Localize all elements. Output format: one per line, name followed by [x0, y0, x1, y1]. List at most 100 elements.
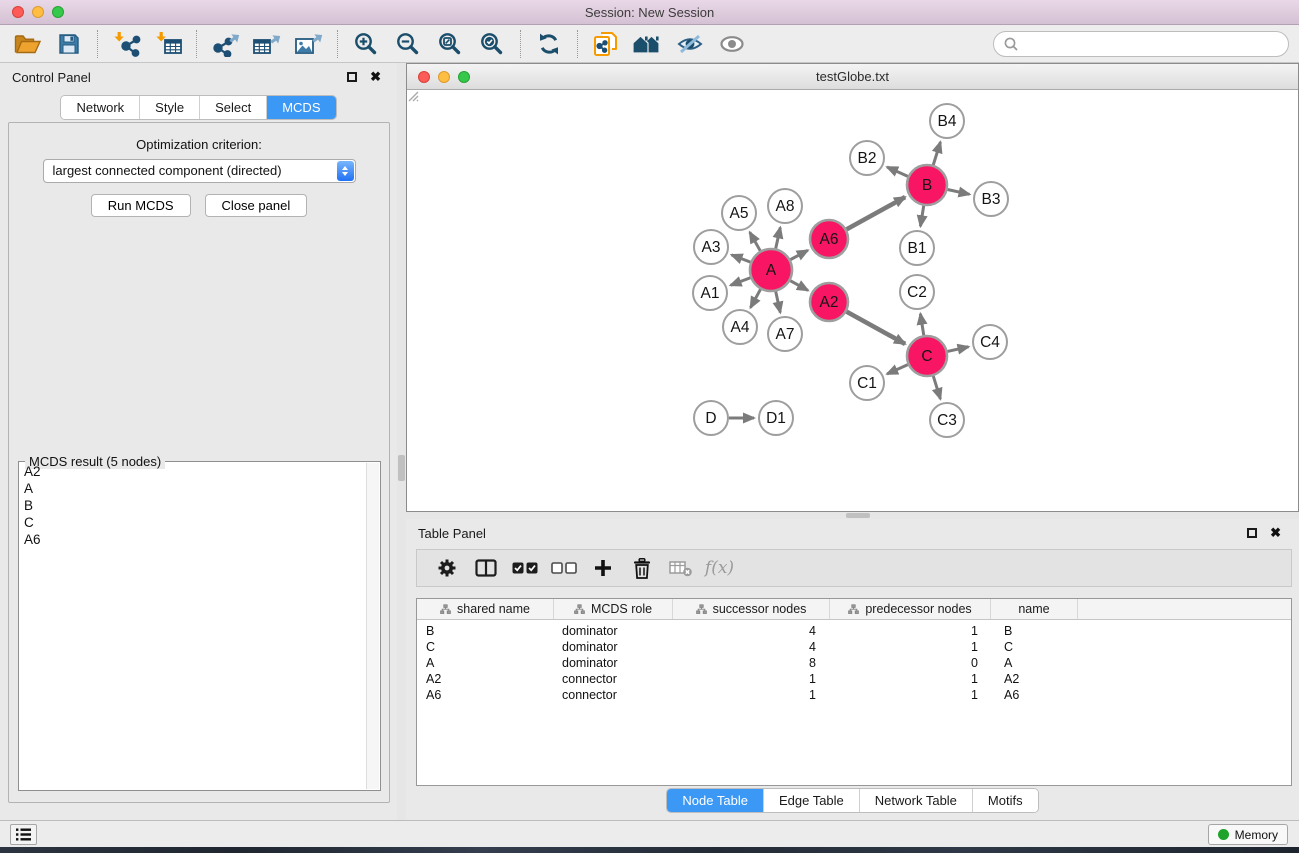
graph-edge-C-C1[interactable]	[887, 365, 908, 374]
close-table-panel-icon[interactable]: ✖	[1270, 528, 1281, 538]
result-scrollbar[interactable]	[366, 463, 379, 789]
graph-node-B[interactable]: B	[907, 165, 947, 205]
zoom-window-button[interactable]	[52, 6, 64, 18]
graph-edge-C-C3[interactable]	[933, 376, 940, 399]
vertical-splitter-handle[interactable]	[398, 455, 405, 481]
graph-edge-A-A2[interactable]	[790, 281, 808, 291]
home-networks-button[interactable]	[627, 28, 669, 60]
table-cell[interactable]: 8	[673, 656, 830, 670]
table-cell[interactable]: 1	[673, 688, 830, 702]
graph-node-A6[interactable]: A6	[810, 220, 848, 258]
table-cell[interactable]: A	[991, 656, 1078, 670]
graph-node-C1[interactable]: C1	[850, 366, 884, 400]
table-cell[interactable]: 1	[830, 624, 991, 638]
table-cell[interactable]: 1	[673, 672, 830, 686]
tab-node-table[interactable]: Node Table	[667, 789, 763, 812]
table-cell[interactable]: dominator	[554, 656, 673, 670]
network-graph[interactable]: B4B2BB3A5A8A6A3B1AA1A2C2A4A7C4CC1DD1C3	[407, 90, 1298, 511]
zoom-in-button[interactable]	[345, 28, 387, 60]
graph-edge-A-A7[interactable]	[776, 291, 781, 312]
graph-node-B4[interactable]: B4	[930, 104, 964, 138]
zoom-selected-button[interactable]	[471, 28, 513, 60]
zoom-fit-button[interactable]	[429, 28, 471, 60]
column-header-mcds-role[interactable]: MCDS role	[554, 599, 673, 619]
show-graphics-details-button[interactable]	[711, 28, 753, 60]
table-settings-button[interactable]	[427, 553, 466, 583]
graph-edge-A-A5[interactable]	[750, 232, 760, 251]
graph-node-C[interactable]: C	[907, 336, 947, 376]
graph-node-D1[interactable]: D1	[759, 401, 793, 435]
graph-edge-C-C2[interactable]	[920, 314, 923, 336]
table-cell[interactable]: A6	[991, 688, 1078, 702]
vertical-splitter[interactable]	[397, 63, 406, 820]
table-row[interactable]: Bdominator41B	[417, 623, 1291, 639]
table-cell[interactable]: A2	[417, 672, 554, 686]
table-cell[interactable]: connector	[554, 688, 673, 702]
tab-motifs[interactable]: Motifs	[972, 789, 1038, 812]
graph-node-B2[interactable]: B2	[850, 141, 884, 175]
import-network-button[interactable]	[105, 28, 147, 60]
table-row[interactable]: A6connector11A6	[417, 687, 1291, 703]
horizontal-splitter[interactable]	[406, 512, 1299, 519]
table-cell[interactable]: dominator	[554, 640, 673, 654]
export-image-button[interactable]	[288, 28, 330, 60]
table-cell[interactable]: 4	[673, 624, 830, 638]
graph-edge-C-C4[interactable]	[947, 347, 968, 352]
graph-edge-B-B4[interactable]	[933, 142, 940, 165]
tab-mcds[interactable]: MCDS	[266, 96, 335, 119]
horizontal-splitter-handle[interactable]	[846, 513, 870, 518]
close-panel-icon[interactable]: ✖	[370, 72, 381, 82]
mcds-result-item[interactable]: A6	[20, 531, 379, 548]
graph-edge-B-B1[interactable]	[920, 206, 923, 227]
column-header-successor-nodes[interactable]: successor nodes	[673, 599, 830, 619]
graph-node-A2[interactable]: A2	[810, 283, 848, 321]
network-close-button[interactable]	[418, 71, 430, 83]
search-input[interactable]	[1024, 36, 1278, 51]
tab-network-table[interactable]: Network Table	[859, 789, 972, 812]
export-network-button[interactable]	[204, 28, 246, 60]
minimize-window-button[interactable]	[32, 6, 44, 18]
save-session-button[interactable]	[48, 28, 90, 60]
table-row[interactable]: Cdominator41C	[417, 639, 1291, 655]
graph-node-A1[interactable]: A1	[693, 276, 727, 310]
close-panel-button[interactable]: Close panel	[205, 194, 308, 217]
table-cell[interactable]: 1	[830, 672, 991, 686]
optimization-criterion-select[interactable]: largest connected component (directed)	[43, 159, 356, 183]
zoom-out-button[interactable]	[387, 28, 429, 60]
network-minimize-button[interactable]	[438, 71, 450, 83]
graph-node-A7[interactable]: A7	[768, 317, 802, 351]
mcds-result-item[interactable]: C	[20, 514, 379, 531]
column-panel-button[interactable]	[466, 553, 505, 583]
graph-edge-A-A8[interactable]	[776, 227, 781, 248]
graph-edge-A6-B[interactable]	[847, 197, 906, 229]
network-canvas[interactable]: B4B2BB3A5A8A6A3B1AA1A2C2A4A7C4CC1DD1C3	[407, 90, 1298, 511]
mcds-result-item[interactable]: A2	[20, 463, 379, 480]
delete-columns-button[interactable]	[622, 553, 661, 583]
select-all-columns-button[interactable]	[505, 553, 544, 583]
tab-edge-table[interactable]: Edge Table	[763, 789, 859, 812]
table-cell[interactable]: 0	[830, 656, 991, 670]
tab-select[interactable]: Select	[199, 96, 266, 119]
hide-graphics-details-button[interactable]	[669, 28, 711, 60]
tab-style[interactable]: Style	[139, 96, 199, 119]
graph-node-A[interactable]: A	[750, 249, 792, 291]
table-cell[interactable]: 1	[830, 688, 991, 702]
open-session-button[interactable]	[6, 28, 48, 60]
tab-network[interactable]: Network	[61, 96, 139, 119]
graph-node-A5[interactable]: A5	[722, 196, 756, 230]
delete-table-button[interactable]	[661, 553, 700, 583]
table-cell[interactable]: 1	[830, 640, 991, 654]
graph-edge-A2-C[interactable]	[847, 312, 906, 344]
table-row[interactable]: A2connector11A2	[417, 671, 1291, 687]
panel-menu-button[interactable]	[10, 824, 37, 845]
graph-node-C3[interactable]: C3	[930, 403, 964, 437]
function-builder-button[interactable]: f(x)	[700, 553, 739, 583]
column-header-predecessor-nodes[interactable]: predecessor nodes	[830, 599, 991, 619]
unselect-all-columns-button[interactable]	[544, 553, 583, 583]
float-panel-icon[interactable]	[347, 72, 357, 82]
graph-edge-A-A4[interactable]	[751, 289, 761, 307]
close-window-button[interactable]	[12, 6, 24, 18]
float-table-panel-icon[interactable]	[1247, 528, 1257, 538]
table-cell[interactable]: A	[417, 656, 554, 670]
table-cell[interactable]: C	[417, 640, 554, 654]
